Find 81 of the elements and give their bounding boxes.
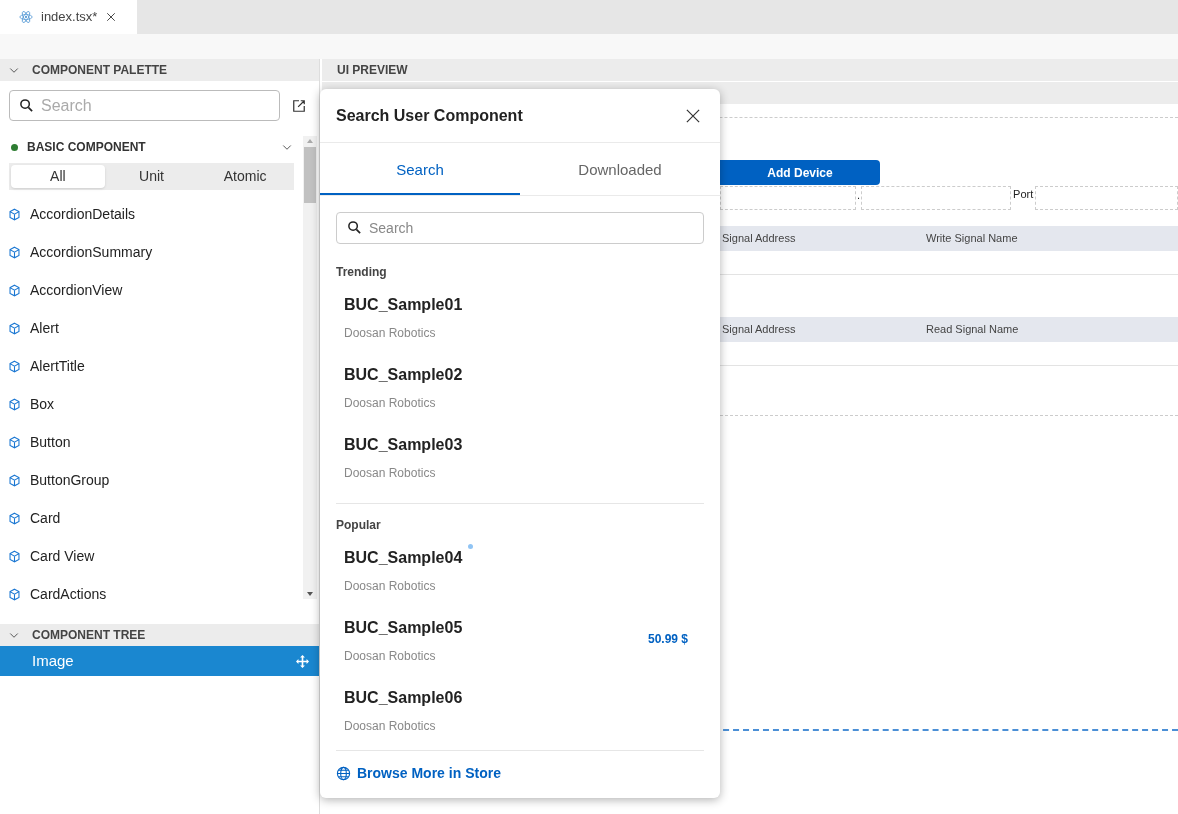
component-item[interactable]: Card — [0, 499, 303, 537]
component-card[interactable]: BUC_Sample01 Doosan Robotics — [336, 281, 704, 351]
cube-icon — [8, 511, 21, 525]
component-name: BUC_Sample05 — [344, 617, 463, 638]
column-header: Signal Address — [722, 322, 797, 338]
component-card[interactable]: BUC_Sample05 Doosan Robotics 50.99 $ — [336, 604, 704, 674]
component-card[interactable]: BUC_Sample03 Doosan Robotics — [336, 421, 704, 491]
component-item[interactable]: Card View — [0, 537, 303, 575]
filter-tab[interactable]: Atomic — [198, 165, 292, 188]
move-icon — [296, 654, 309, 668]
panel-header[interactable]: COMPONENT PALETTE — [0, 59, 319, 81]
input-field[interactable] — [861, 186, 1012, 210]
component-item[interactable]: AccordionDetails — [0, 195, 303, 233]
tree-item[interactable]: Image — [0, 646, 319, 676]
component-card[interactable]: BUC_Sample04 Doosan Robotics — [336, 534, 704, 604]
column-header: Read Signal Name — [926, 322, 1019, 338]
cube-icon — [8, 207, 21, 221]
vendor-name: Doosan Robotics — [344, 464, 437, 482]
filter-tab[interactable]: All — [11, 165, 105, 188]
separator-text: . — [856, 188, 862, 203]
cube-icon — [8, 321, 21, 335]
section-title: Popular — [336, 517, 382, 534]
close-icon — [105, 11, 118, 23]
vendor-name: Doosan Robotics — [344, 324, 437, 342]
component-item[interactable]: ButtonGroup — [0, 461, 303, 499]
dialog-tab[interactable]: Downloaded — [520, 148, 720, 195]
scrollbar-thumb[interactable] — [304, 147, 316, 203]
cube-icon — [8, 283, 21, 297]
input-field[interactable] — [1035, 186, 1178, 210]
component-name: BUC_Sample03 — [344, 434, 463, 455]
component-name: BUC_Sample06 — [344, 687, 463, 708]
filter-tab[interactable]: Unit — [104, 165, 199, 188]
component-name: BUC_Sample04 — [344, 547, 463, 568]
column-header: Signal Address — [722, 231, 797, 247]
price-text: 50.99 $ — [647, 631, 688, 648]
column-header: Write Signal Name — [926, 231, 1018, 247]
component-item[interactable]: AlertTitle — [0, 347, 303, 385]
scrollbar[interactable] — [303, 136, 317, 599]
status-dot-icon — [11, 143, 18, 151]
search-icon — [347, 220, 362, 235]
search-icon — [19, 98, 34, 113]
cube-icon — [8, 245, 21, 259]
open-external-icon — [292, 98, 306, 113]
component-name: BUC_Sample02 — [344, 364, 463, 385]
vendor-name: Doosan Robotics — [344, 647, 437, 665]
cube-icon — [8, 549, 21, 563]
search-field[interactable]: Search — [9, 90, 280, 121]
component-name: BUC_Sample01 — [344, 294, 463, 315]
editor-tab[interactable]: index.tsx* — [0, 0, 137, 34]
search-field[interactable]: Search — [336, 212, 704, 244]
panel-header: UI PREVIEW — [322, 59, 1178, 81]
vendor-name: Doosan Robotics — [344, 577, 437, 595]
cube-icon — [8, 473, 21, 487]
component-item[interactable]: Alert — [0, 309, 303, 347]
atom-icon — [19, 10, 33, 24]
port-label: Port — [1012, 187, 1035, 202]
vendor-name: Doosan Robotics — [344, 394, 437, 412]
panel-header[interactable]: COMPONENT TREE — [0, 624, 319, 646]
open-external-button[interactable] — [292, 98, 306, 113]
dialog-tab[interactable]: Search — [320, 148, 520, 195]
close-tab-button[interactable] — [105, 11, 118, 23]
cube-icon — [8, 435, 21, 449]
cube-icon — [8, 587, 21, 601]
dialog-title: Search User Component — [336, 105, 524, 126]
component-item[interactable]: Button — [0, 423, 303, 461]
close-button[interactable] — [686, 108, 700, 123]
close-icon — [686, 108, 700, 123]
vendor-name: Doosan Robotics — [344, 717, 437, 735]
component-item[interactable]: AccordionView — [0, 271, 303, 309]
add-device-button[interactable]: Add Device — [720, 160, 880, 185]
cube-icon — [8, 397, 21, 411]
component-item[interactable]: CardActions — [0, 575, 303, 613]
store-link[interactable]: Browse More in Store — [336, 763, 501, 784]
component-item[interactable]: Box — [0, 385, 303, 423]
component-card[interactable]: BUC_Sample02 Doosan Robotics — [336, 351, 704, 421]
cube-icon — [8, 359, 21, 373]
group-header[interactable]: BASIC COMPONENT — [0, 136, 303, 158]
section-title: Trending — [336, 264, 388, 281]
component-item[interactable]: AccordionSummary — [0, 233, 303, 271]
globe-icon — [336, 766, 351, 781]
component-card[interactable]: BUC_Sample06 Doosan Robotics — [336, 674, 704, 744]
